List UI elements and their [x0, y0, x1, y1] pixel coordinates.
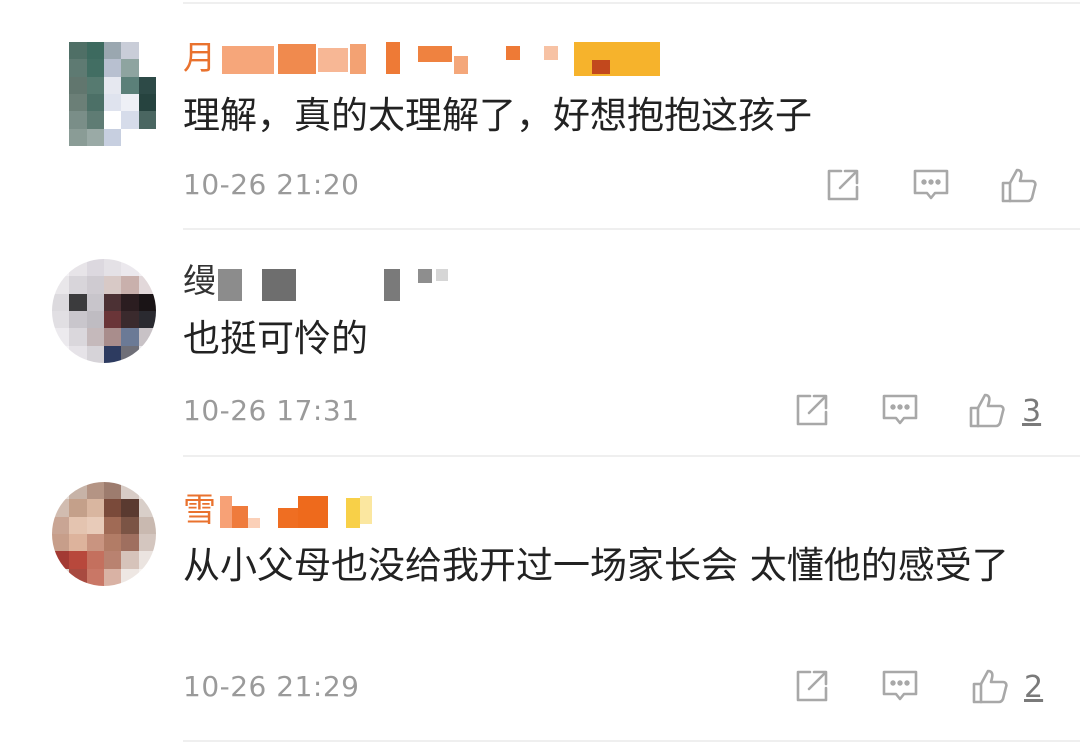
username[interactable]: 雪 [183, 490, 216, 530]
username[interactable]: 月 [183, 38, 216, 78]
comment-text: 从小父母也没给我开过一场家长会 太懂他的感受了 [183, 544, 1009, 587]
avatar[interactable] [52, 482, 156, 586]
comment-icon [913, 169, 949, 200]
like-count[interactable]: 2 [1024, 670, 1043, 706]
share-icon [827, 169, 859, 201]
avatar[interactable] [52, 259, 156, 363]
comment-text: 理解，真的太理解了，好想抱抱这孩子 [183, 94, 812, 137]
like-count[interactable]: 3 [1022, 394, 1041, 430]
comment-time: 10-26 21:20 [183, 168, 360, 201]
comment-item: 缦 也挺可怜的 10-26 17:31 3 [0, 229, 1080, 455]
comment-icon [882, 670, 918, 701]
username-visible-char: 雪 [183, 490, 216, 529]
reply-button[interactable] [880, 390, 924, 430]
share-icon [796, 670, 828, 702]
username-visible-char: 缦 [183, 261, 216, 300]
comment-text: 也挺可怜的 [183, 317, 368, 360]
reply-button[interactable] [911, 165, 955, 205]
comment-time: 10-26 17:31 [183, 394, 360, 427]
thumbs-up-icon [972, 669, 1008, 704]
divider [183, 740, 1080, 742]
thumbs-up-icon [969, 393, 1005, 428]
avatar[interactable] [52, 42, 156, 146]
share-button[interactable] [823, 165, 867, 205]
username-visible-char: 月 [183, 38, 216, 77]
comment-item: 雪 从小父母也没给我开过一场家长会 太懂他的感受了 10-26 21:29 2 [0, 456, 1080, 744]
thumbs-up-icon [1001, 168, 1037, 203]
reply-button[interactable] [880, 666, 924, 706]
share-button[interactable] [792, 390, 836, 430]
username[interactable]: 缦 [183, 261, 216, 301]
comment-item: 月 理解，真的太理解了，好想抱抱这孩子 10-26 21:20 [0, 0, 1080, 228]
comment-time: 10-26 21:29 [183, 670, 360, 703]
share-button[interactable] [792, 666, 836, 706]
like-button[interactable] [970, 666, 1014, 706]
share-icon [796, 394, 828, 426]
like-button[interactable] [967, 390, 1011, 430]
comment-icon [882, 394, 918, 425]
like-button[interactable] [999, 165, 1043, 205]
